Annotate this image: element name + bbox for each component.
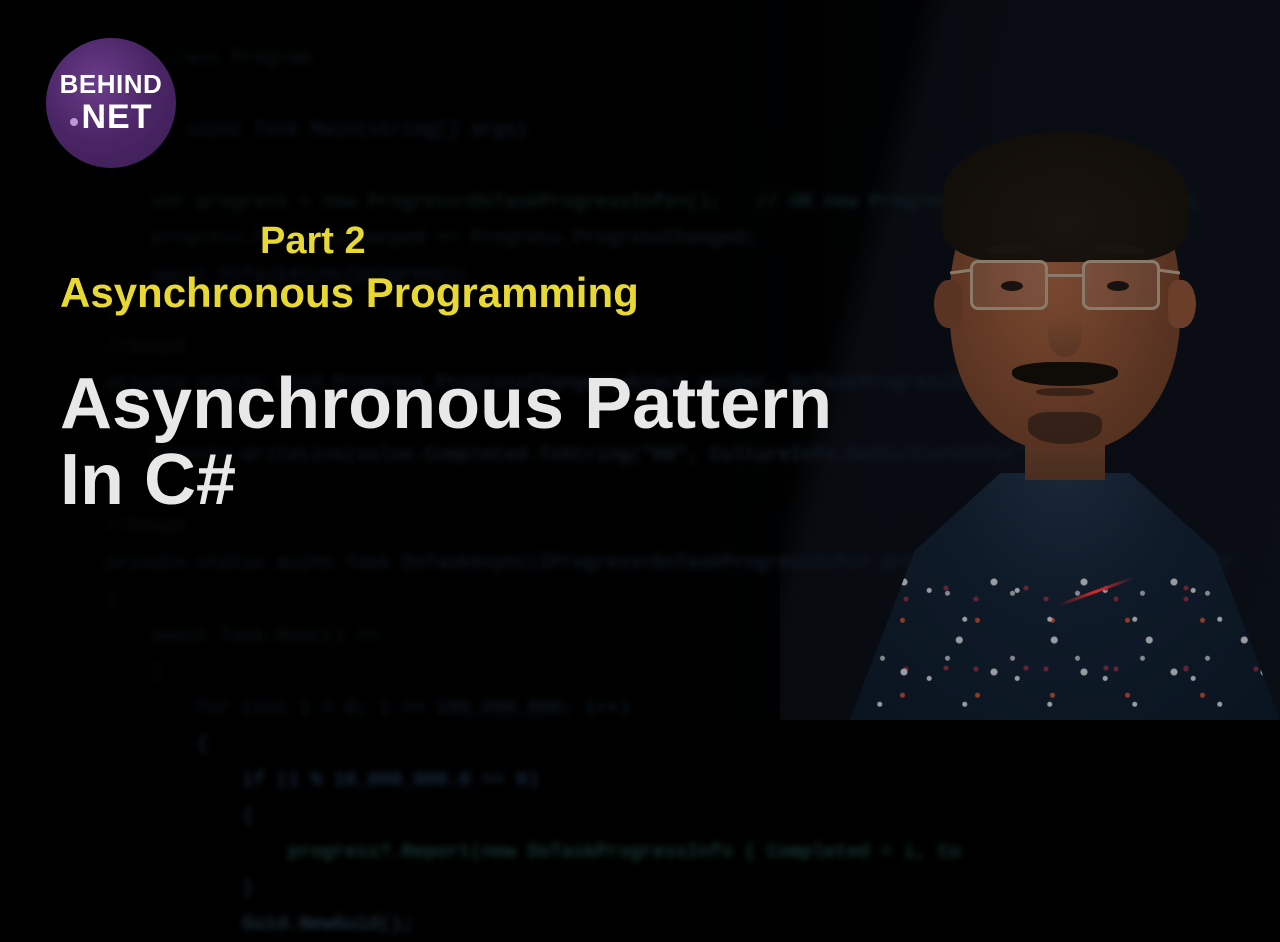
presenter-face: [950, 150, 1180, 450]
main-title: Asynchronous Pattern In C#: [60, 367, 832, 518]
mustache: [1012, 362, 1118, 386]
logo-text-bottom: NET: [70, 98, 153, 137]
mouth: [1036, 388, 1094, 396]
presenter-ear: [1168, 280, 1196, 328]
glasses-icon: [970, 260, 1160, 315]
chin-beard: [1028, 412, 1102, 444]
presenter-portrait: [850, 140, 1280, 720]
series-subtitle: Asynchronous Programming: [60, 269, 832, 317]
title-line-2: In C#: [60, 443, 832, 519]
title-line-1: Asynchronous Pattern: [60, 367, 832, 443]
nose: [1048, 315, 1082, 357]
part-number-label: Part 2: [260, 220, 832, 263]
logo-text-top: BEHIND: [60, 69, 163, 100]
presenter-shirt: [850, 460, 1280, 720]
title-block: Part 2 Asynchronous Programming Asynchro…: [60, 220, 832, 518]
channel-logo: BEHIND NET: [46, 38, 176, 168]
presenter-hair: [942, 132, 1188, 262]
presenter-ear: [934, 280, 962, 328]
logo-dot-icon: [70, 118, 78, 126]
